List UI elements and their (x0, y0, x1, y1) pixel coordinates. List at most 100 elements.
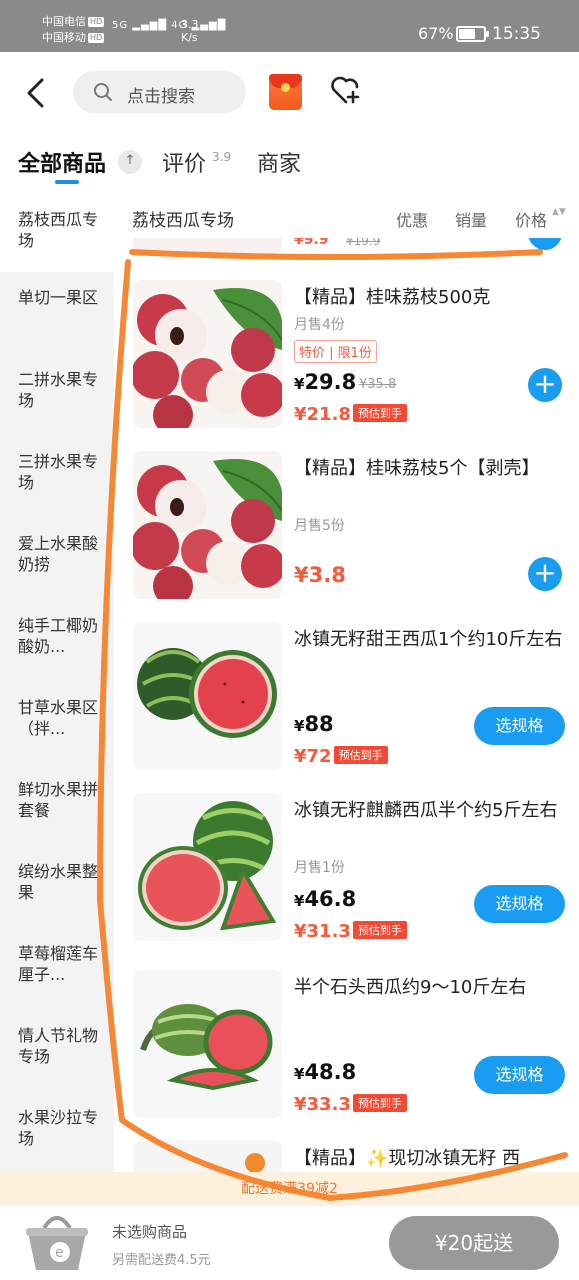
sidebar-item-label: 鲜切水果拼套餐 (18, 780, 98, 820)
delivery-fee-text: 另需配送费4.5元 (112, 1253, 211, 1268)
product-image (133, 280, 282, 428)
search-icon (94, 83, 112, 101)
product-price: ¥48.8 (294, 1060, 356, 1084)
lychee-image (133, 280, 282, 428)
estimated-price-value: ¥21.8 (294, 404, 351, 425)
estimated-tag: 预估到手 (352, 1094, 407, 1112)
estimated-price-value: ¥33.3 (294, 1094, 351, 1115)
sidebar-item-lychee-watermelon[interactable]: 荔枝西瓜专场 (0, 194, 114, 272)
signal-label-1: 5G (112, 20, 129, 31)
cart-basket-icon[interactable]: e (24, 1210, 90, 1274)
checkout-button[interactable]: ¥20起送 (389, 1216, 559, 1270)
sidebar-item-whole-fruit[interactable]: 缤纷水果整果 (0, 846, 114, 928)
product-card[interactable]: 【精品】桂味荔枝5个【剥壳】 月售5份 ¥3.8 + (114, 451, 579, 601)
product-name: 半个石头西瓜约9～10斤左右 (294, 977, 527, 998)
product-name: 冰镇无籽甜王西瓜1个约10斤左右 (294, 629, 563, 650)
net-speed-value: 3.3 (181, 18, 199, 31)
product-image (133, 451, 282, 599)
tab-reviews[interactable]: 评价 (162, 146, 206, 178)
estimated-price: ¥21.8 预估到手 (294, 404, 407, 425)
product-card[interactable]: 【精品】✨现切冰镇无籽 西 (114, 1141, 579, 1172)
sidebar-item-licorice-fruit[interactable]: 甘草水果区（拌... (0, 682, 114, 764)
product-card[interactable]: 半个石头西瓜约9～10斤左右 ¥48.8 ¥33.3 预估到手 选规格 (114, 970, 579, 1120)
net-speed: 3.3 K/s (181, 18, 199, 44)
top-nav: 点击搜索 (0, 52, 579, 132)
price-value: 88 (304, 712, 334, 736)
select-spec-button[interactable]: 选规格 (474, 707, 565, 745)
estimated-price: ¥72 预估到手 (294, 746, 388, 767)
special-offer-badge: 特价 | 限1份 (294, 340, 377, 363)
sidebar-item-strawberry-durian[interactable]: 草莓榴莲车厘子... (0, 928, 114, 1010)
select-spec-button[interactable]: 选规格 (474, 1056, 565, 1094)
app-root: 中国电信 HD 中国移动 HD 5G ▂▄▆█ 4G ▂▄▆█ 3.3 K/s 67… (0, 0, 579, 1280)
sidebar-item-fresh-cut-combo[interactable]: 鲜切水果拼套餐 (0, 764, 114, 846)
sidebar-item-label: 水果沙拉专场 (18, 1108, 98, 1148)
estimated-price: ¥33.3 预估到手 (294, 1094, 407, 1115)
select-spec-button[interactable]: 选规格 (474, 885, 565, 923)
product-name: 【精品】桂味荔枝500克 (294, 287, 491, 308)
battery-percent: 67% (418, 24, 454, 43)
carrier-info: 中国电信 HD 中国移动 HD (42, 14, 105, 46)
red-packet-icon[interactable] (269, 74, 302, 110)
product-image (133, 1141, 282, 1172)
product-image[interactable] (133, 238, 282, 256)
pin-top-icon[interactable]: ↑ (118, 150, 142, 174)
sidebar-item-yogurt[interactable]: 爱上水果酸奶捞 (0, 518, 114, 600)
product-name: 【精品】桂味荔枝5个【剥壳】 (294, 458, 540, 479)
status-bar: 中国电信 HD 中国移动 HD 5G ▂▄▆█ 4G ▂▄▆█ 3.3 K/s 67… (0, 0, 579, 52)
estimated-price-value: ¥72 (294, 746, 332, 767)
battery-icon (456, 26, 489, 42)
tab-all-products[interactable]: 全部商品 (18, 146, 106, 178)
sidebar-item-valentine[interactable]: 情人节礼物专场 (0, 1010, 114, 1092)
heart-plus-icon[interactable] (330, 74, 362, 106)
product-sales: 月售5份 (294, 518, 345, 534)
back-arrow-icon[interactable] (24, 76, 48, 110)
sidebar-item-label: 二拼水果专场 (18, 370, 98, 410)
product-price: ¥29.8 (294, 370, 356, 394)
sort-sales[interactable]: 销量 (455, 207, 487, 231)
search-input[interactable]: 点击搜索 (73, 71, 246, 113)
product-card[interactable]: 冰镇无籽麒麟西瓜半个约5斤左右 月售1份 ¥46.8 ¥31.3 预估到手 选规格 (114, 793, 579, 943)
estimated-tag: 预估到手 (352, 404, 407, 422)
sort-price[interactable]: 价格 (515, 207, 547, 231)
sidebar-item-three-mix[interactable]: 三拼水果专场 (0, 436, 114, 518)
product-image (133, 622, 282, 770)
add-to-cart-button[interactable]: + (528, 557, 562, 591)
product-card[interactable]: 【精品】桂味荔枝500克 月售4份 特价 | 限1份 ¥29.8 ¥35.8 ¥… (114, 280, 579, 430)
clock: 15:35 (492, 24, 541, 44)
currency-symbol: ¥ (294, 1065, 305, 1083)
sidebar-item-label: 单切一果区 (18, 288, 98, 307)
signal-icon: 5G ▂▄▆█ 4G ▂▄▆█ (112, 20, 227, 31)
sidebar-item-label: 纯手工椰奶酸奶... (18, 616, 98, 656)
sort-discount[interactable]: 优惠 (396, 207, 428, 231)
product-thumbnail (133, 1141, 282, 1172)
tab-bar: 全部商品 ↑ 评价 3.9 商家 (0, 132, 579, 194)
currency-symbol: ¥ (294, 717, 305, 735)
category-sidebar: 荔枝西瓜专场 单切一果区 二拼水果专场 三拼水果专场 爱上水果酸奶捞 纯手工椰奶… (0, 194, 114, 1172)
estimated-price: ¥31.3 预估到手 (294, 921, 407, 942)
estimated-price: ¥3.8 (294, 563, 346, 587)
estimated-tag: 预估到手 (352, 921, 407, 939)
product-name: 冰镇无籽麒麟西瓜半个约5斤左右 (294, 800, 558, 821)
product-image (133, 793, 282, 941)
product-image (133, 970, 282, 1118)
sidebar-item-two-mix[interactable]: 二拼水果专场 (0, 354, 114, 436)
sidebar-item-coconut-yogurt[interactable]: 纯手工椰奶酸奶... (0, 600, 114, 682)
sidebar-item-fruit-salad[interactable]: 水果沙拉专场 (0, 1092, 114, 1172)
price-value: 46.8 (304, 887, 357, 911)
carrier-2: 中国移动 (42, 31, 86, 44)
delivery-fee-banner: 配送费满39减2 (0, 1172, 579, 1206)
sidebar-item-single-cut[interactable]: 单切一果区 (0, 272, 114, 354)
sidebar-item-label: 荔枝西瓜专场 (18, 210, 98, 250)
product-card[interactable]: 冰镇无籽甜王西瓜1个约10斤左右 ¥88 ¥72 预估到手 选规格 (114, 622, 579, 772)
lychee-image (133, 451, 282, 599)
product-price: ¥46.8 (294, 887, 356, 911)
product-sales: 月售4份 (294, 317, 345, 333)
currency-symbol: ¥ (294, 375, 305, 393)
price-value: 48.8 (304, 1060, 357, 1084)
add-to-cart-button[interactable]: + (528, 368, 562, 402)
svg-text:e: e (55, 1245, 64, 1261)
hd-badge: HD (88, 17, 105, 27)
tab-merchant[interactable]: 商家 (257, 146, 301, 178)
sidebar-item-label: 三拼水果专场 (18, 452, 98, 492)
